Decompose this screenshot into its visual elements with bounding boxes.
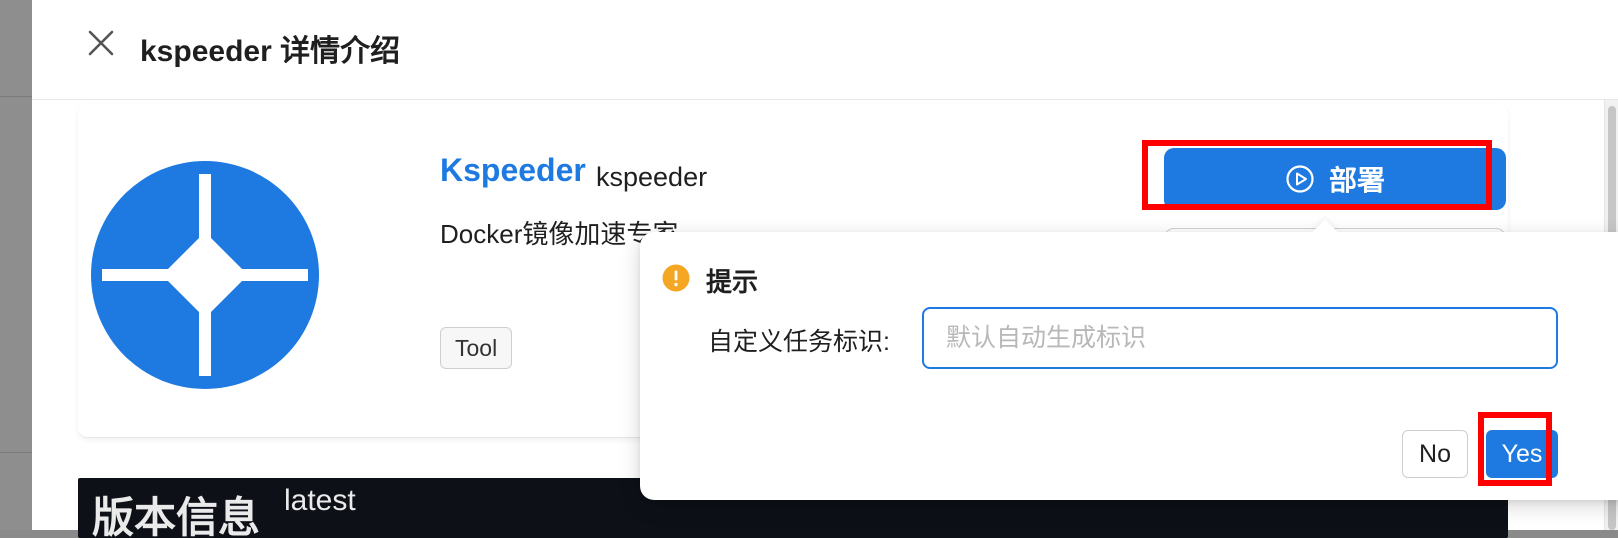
deploy-button[interactable]: 部署 — [1164, 148, 1506, 210]
kspeeder-logo-icon — [91, 161, 319, 389]
confirm-popover: 提示 自定义任务标识: No Yes — [640, 219, 1618, 500]
cancel-button[interactable]: No — [1402, 430, 1468, 478]
deploy-button-label: 部署 — [1328, 165, 1385, 196]
page-backdrop — [0, 0, 32, 530]
backdrop-divider — [0, 96, 32, 97]
play-circle-icon — [1286, 165, 1314, 193]
close-icon[interactable] — [86, 28, 116, 58]
version-tag: latest — [284, 484, 356, 517]
app-name: Kspeeder — [440, 152, 586, 188]
task-id-label: 自定义任务标识: — [708, 328, 890, 356]
drawer-header: kspeeder 详情介绍 — [32, 0, 1618, 100]
confirm-button[interactable]: Yes — [1486, 430, 1558, 478]
app-id: kspeeder — [596, 162, 708, 192]
drawer-title: kspeeder 详情介绍 — [140, 35, 401, 68]
backdrop-divider — [0, 452, 32, 453]
category-tag: Tool — [440, 327, 513, 369]
popover-title: 提示 — [706, 267, 759, 297]
task-id-input[interactable] — [922, 307, 1558, 369]
exclamation-circle-icon — [662, 264, 690, 292]
